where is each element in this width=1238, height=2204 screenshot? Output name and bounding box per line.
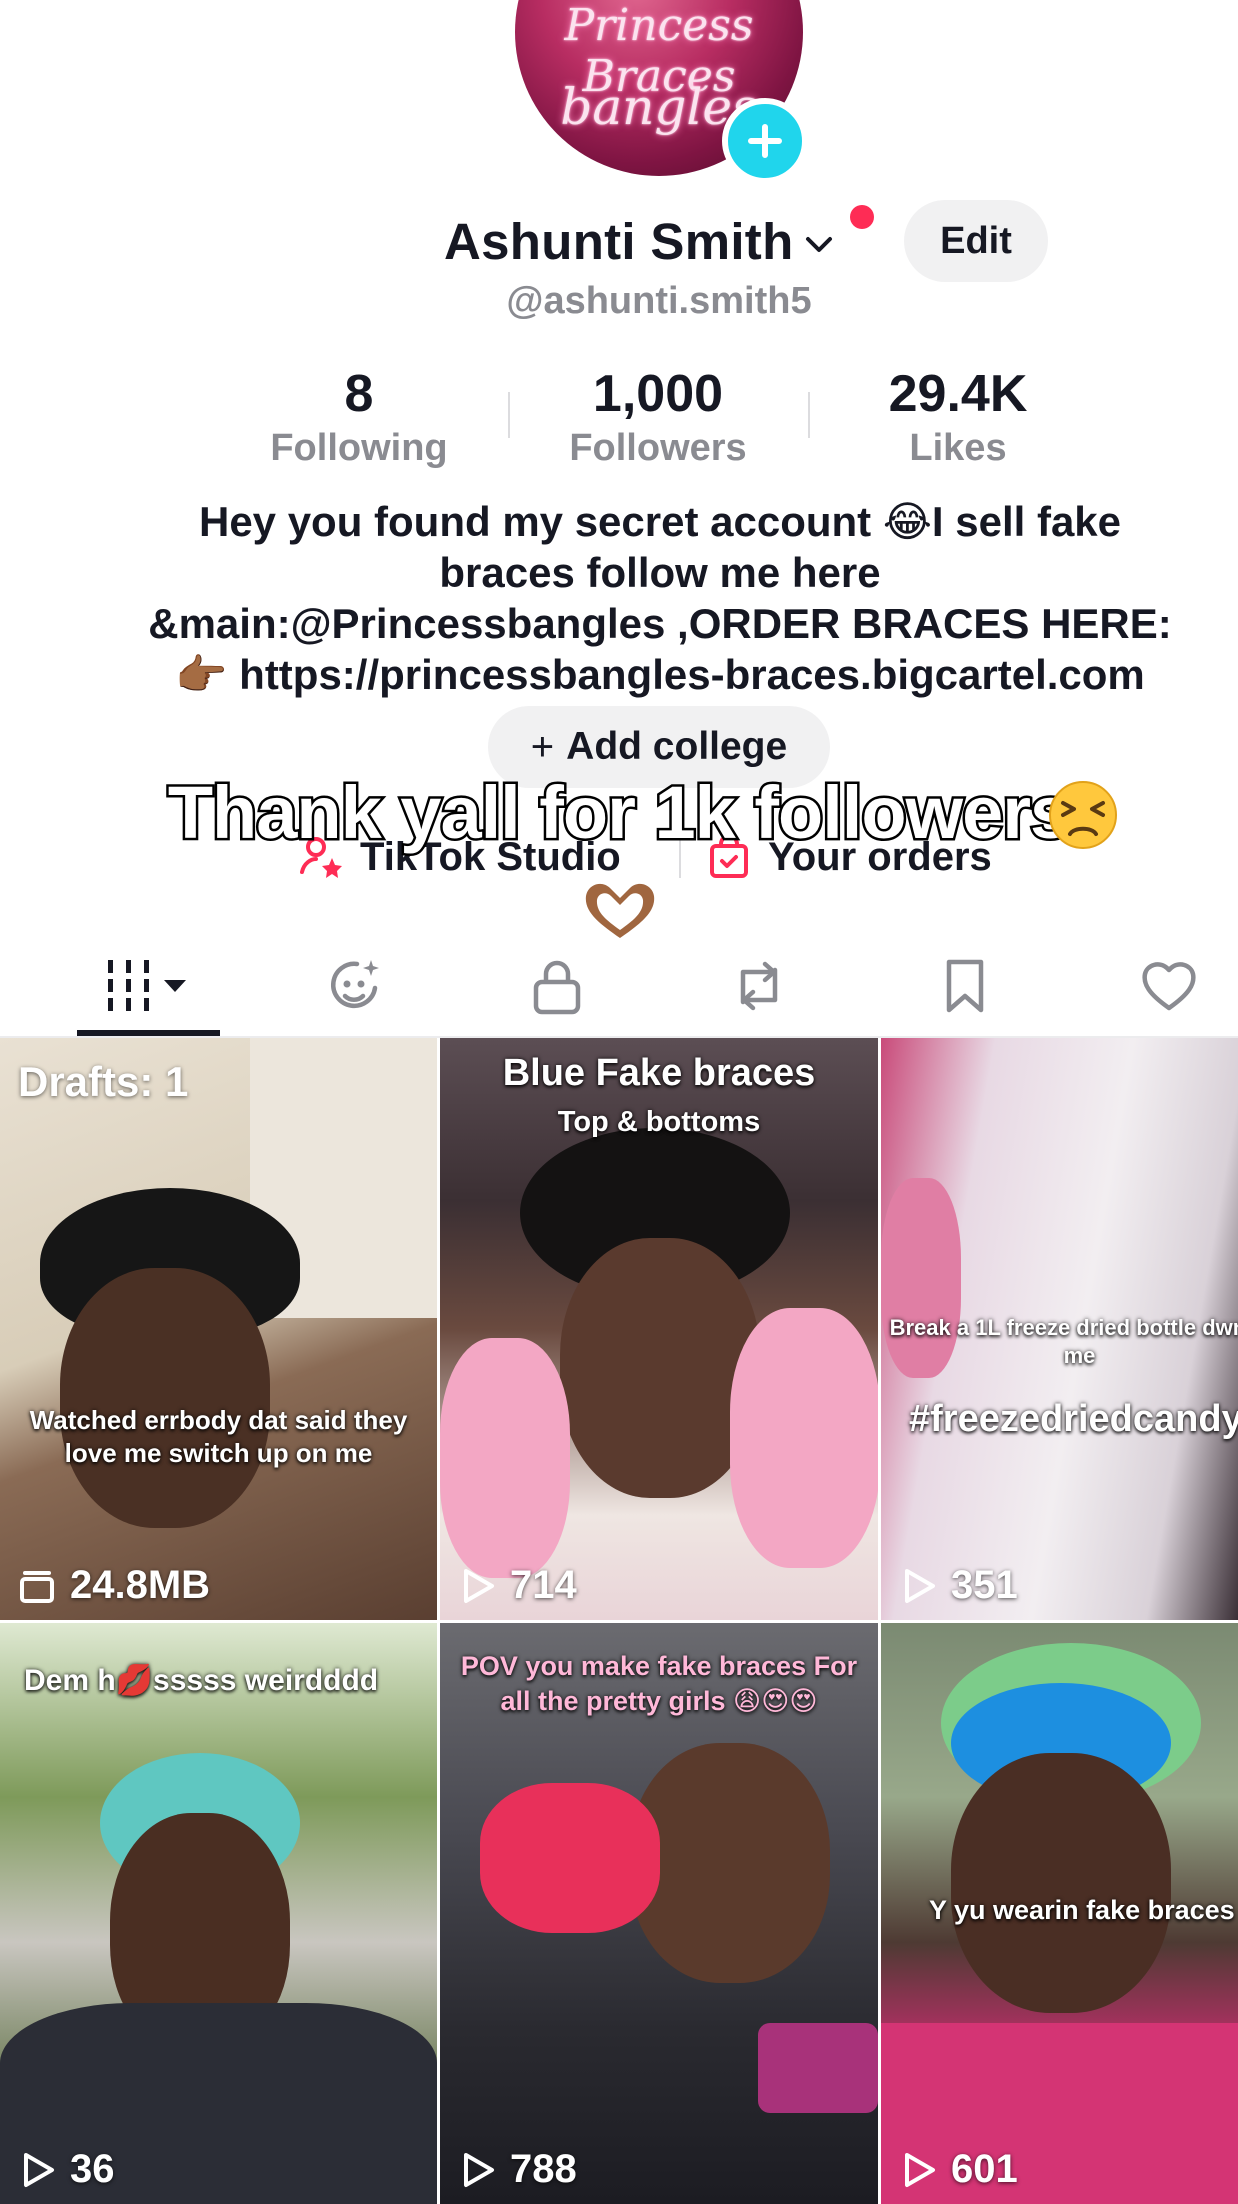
play-icon xyxy=(464,1568,494,1603)
tab-videos[interactable] xyxy=(77,936,220,1036)
bio-text: &main: xyxy=(148,600,291,647)
glove-right-shape xyxy=(730,1308,878,1568)
video-views: 788 xyxy=(456,2147,577,2192)
stat-value: 8 xyxy=(344,365,374,423)
video-tile[interactable]: Drafts: 1 Watched errbody dat said they … xyxy=(0,1038,437,1620)
face-shape xyxy=(630,1743,830,1983)
video-views-value: 601 xyxy=(951,2147,1018,2191)
video-size-value: 24.8MB xyxy=(70,1563,211,1607)
stat-divider xyxy=(808,392,810,438)
add-story-button[interactable] xyxy=(722,98,808,184)
video-hashtag: #freezedriedcandy xyxy=(909,1398,1238,1440)
bio-line: braces follow me here xyxy=(439,549,881,596)
plus-icon xyxy=(748,124,782,158)
video-tile[interactable]: Y yu wearin fake braces 601 xyxy=(881,1623,1238,2204)
play-icon xyxy=(905,1568,935,1603)
play-icon xyxy=(24,2152,54,2187)
tab-reposts[interactable] xyxy=(714,936,804,1036)
stat-following[interactable]: 8 Following xyxy=(239,364,479,472)
stat-label: Followers xyxy=(569,427,747,469)
drafts-icon xyxy=(20,1570,54,1603)
username: @ashunti.smith5 xyxy=(506,280,812,322)
stat-followers[interactable]: 1,000 Followers xyxy=(538,364,778,472)
bio-text: ,ORDER BRACES HERE: xyxy=(665,600,1172,647)
profile-tabs xyxy=(0,936,1238,1036)
drafts-label: Drafts: 1 xyxy=(18,1058,189,1105)
phone-shape xyxy=(758,2023,878,2113)
video-tile[interactable]: Break a 1L freeze dried bottle dwn w me … xyxy=(881,1038,1238,1620)
video-caption: Watched errbody dat said they love me sw… xyxy=(29,1405,408,1468)
video-caption-sub: Top & bottoms xyxy=(557,1106,761,1138)
video-caption-title: Blue Fake braces xyxy=(502,1052,816,1094)
face-shape xyxy=(60,1268,270,1528)
grid-icon xyxy=(107,960,186,1011)
bio-line: Hey you found my secret account 😂I sell … xyxy=(198,498,1122,545)
braces-model-shape xyxy=(480,1783,660,1933)
overlay-caption-text: Thank yall for 1k followers xyxy=(165,769,1073,857)
lock-icon xyxy=(533,960,581,1015)
bio-link[interactable]: 👉🏾 https://princessbangles-braces.bigcar… xyxy=(110,649,1210,700)
stat-likes[interactable]: 29.4K Likes xyxy=(838,364,1078,472)
video-views-value: 351 xyxy=(951,1563,1018,1607)
tab-private[interactable] xyxy=(512,936,602,1036)
profile-bio: Hey you found my secret account 😂I sell … xyxy=(110,496,1210,700)
play-icon xyxy=(464,2152,494,2187)
video-views: 601 xyxy=(897,2147,1018,2192)
heart-hands-emoji-icon xyxy=(585,883,655,938)
play-icon xyxy=(905,2152,935,2187)
video-views-value: 36 xyxy=(70,2147,115,2191)
repost-icon xyxy=(740,961,778,1011)
video-caption: Dem h💋sssss weirdddd xyxy=(24,1664,379,1697)
stat-label: Following xyxy=(270,427,448,469)
stat-label: Likes xyxy=(909,427,1007,469)
bio-mention-link[interactable]: @Princessbangles xyxy=(291,600,666,647)
video-caption: POV you make fake braces For all the pre… xyxy=(460,1651,858,1716)
stat-value: 29.4K xyxy=(888,365,1028,423)
video-views: 36 xyxy=(16,2147,115,2192)
display-name: Ashunti Smith xyxy=(444,212,794,270)
display-name-row[interactable]: Ashunti Smith xyxy=(444,208,838,274)
video-size: 24.8MB xyxy=(16,1563,210,1608)
video-tile[interactable]: Blue Fake braces Top & bottoms 714 xyxy=(440,1038,878,1620)
tab-ai-self[interactable] xyxy=(310,936,400,1036)
video-views-value: 788 xyxy=(510,2147,577,2191)
face-shape xyxy=(951,1753,1171,2013)
video-views: 714 xyxy=(456,1563,577,1608)
video-views-value: 714 xyxy=(510,1563,577,1607)
tab-liked[interactable] xyxy=(1124,936,1214,1036)
stat-value: 1,000 xyxy=(592,365,724,423)
edit-profile-button[interactable]: Edit xyxy=(904,200,1048,282)
add-college-label: Add college xyxy=(566,725,788,768)
chevron-down-icon xyxy=(805,237,832,252)
video-views: 351 xyxy=(897,1563,1018,1608)
persevering-face-emoji-icon xyxy=(1049,781,1117,849)
video-caption: Break a 1L freeze dried bottle dwn w me xyxy=(889,1315,1238,1368)
stat-divider xyxy=(508,392,510,438)
notification-dot xyxy=(850,205,874,229)
plus-icon: + xyxy=(530,724,555,769)
bookmark-icon xyxy=(946,959,984,1013)
glove-left-shape xyxy=(440,1338,570,1578)
tab-favorites[interactable] xyxy=(920,936,1010,1036)
video-tile[interactable]: Dem h💋sssss weirdddd 36 xyxy=(0,1623,437,2204)
bio-line: &main:@Princessbangles ,ORDER BRACES HER… xyxy=(110,598,1210,649)
heart-icon xyxy=(1142,962,1196,1011)
video-tile[interactable]: POV you make fake braces For all the pre… xyxy=(440,1623,878,2204)
video-caption: Y yu wearin fake braces xyxy=(929,1895,1235,1925)
ai-face-icon xyxy=(331,960,379,1009)
